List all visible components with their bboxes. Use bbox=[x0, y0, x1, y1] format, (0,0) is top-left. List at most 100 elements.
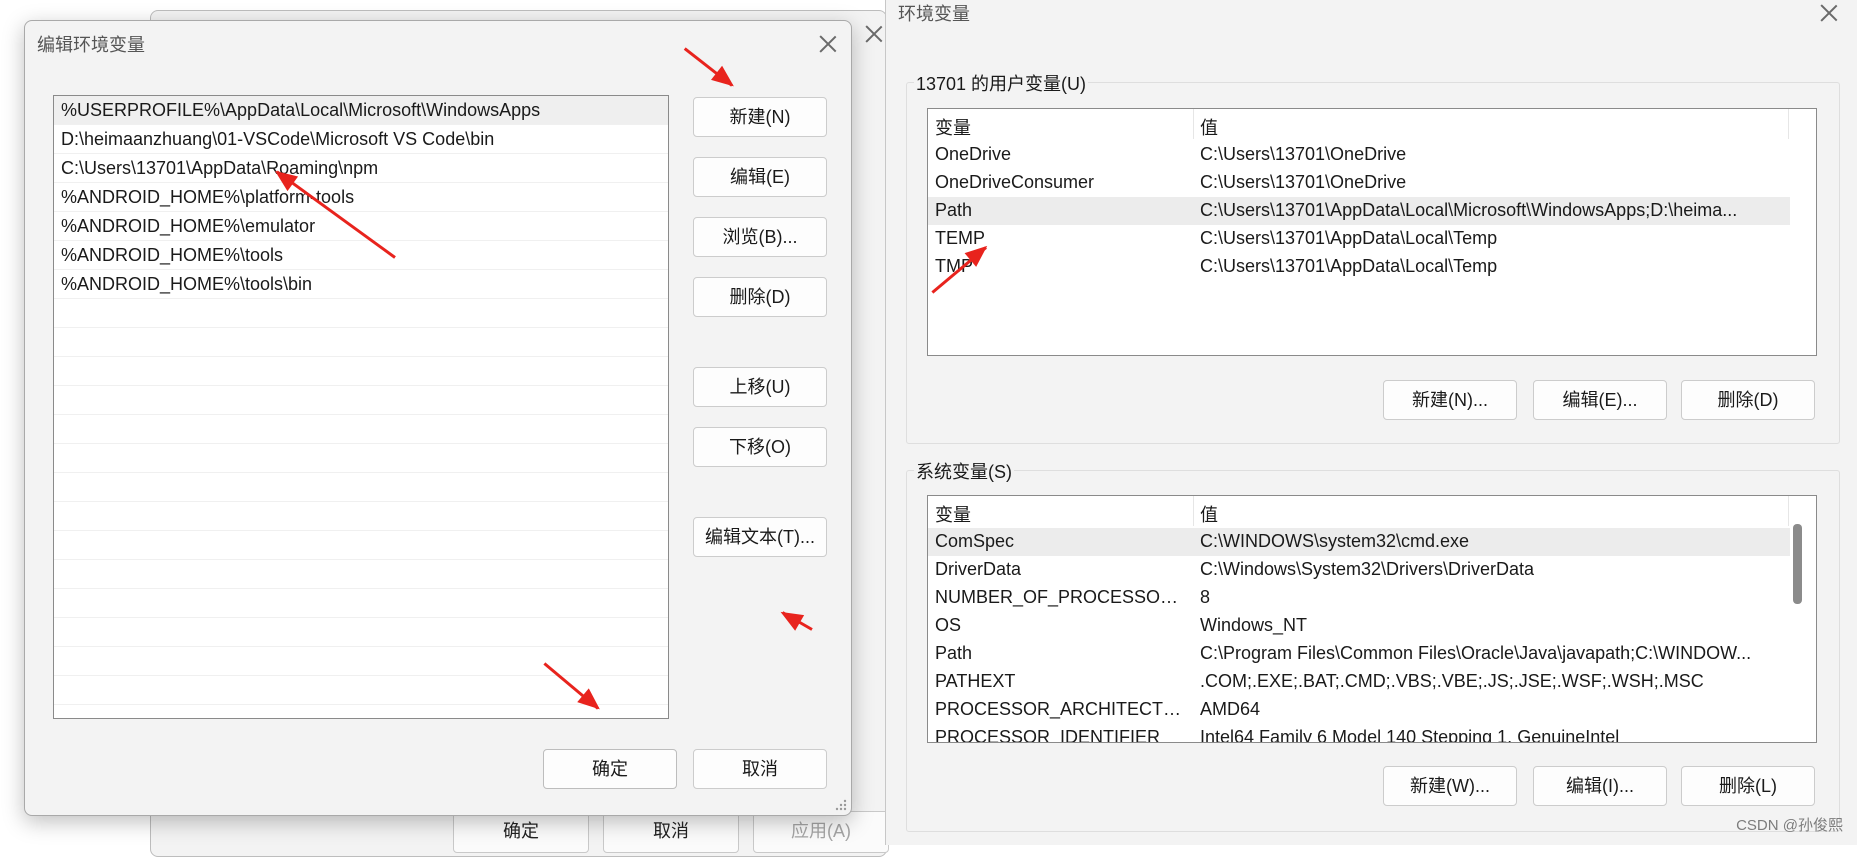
empty-row[interactable] bbox=[54, 502, 668, 531]
vertical-scrollbar[interactable] bbox=[1793, 524, 1802, 604]
table-row[interactable]: TMP C:\Users\13701\AppData\Local\Temp bbox=[928, 253, 1816, 281]
var-value: Intel64 Family 6 Model 140 Stepping 1, G… bbox=[1200, 727, 1620, 743]
system-vars-table[interactable]: 变量 值 ComSpec C:\WINDOWS\system32\cmd.exe… bbox=[927, 495, 1817, 743]
move-down-button[interactable]: 下移(O) bbox=[693, 427, 827, 467]
empty-row[interactable] bbox=[54, 647, 668, 676]
empty-row[interactable] bbox=[54, 560, 668, 589]
dialog-title: 环境变量 bbox=[898, 4, 970, 24]
var-name: PROCESSOR_ARCHITECTURE bbox=[935, 699, 1185, 719]
bg-ok-button[interactable]: 确定 bbox=[453, 811, 589, 853]
list-item[interactable]: D:\heimaanzhuang\01-VSCode\Microsoft VS … bbox=[54, 125, 668, 154]
user-vars-label: 13701 的用户变量(U) bbox=[914, 70, 1089, 96]
var-value: C:\Users\13701\AppData\Local\Temp bbox=[1200, 256, 1498, 276]
close-icon[interactable] bbox=[863, 23, 885, 45]
list-item[interactable]: %ANDROID_HOME%\tools bbox=[54, 241, 668, 270]
system-delete-button[interactable]: 删除(L) bbox=[1681, 766, 1815, 806]
list-item[interactable]: %ANDROID_HOME%\platform-tools bbox=[54, 183, 668, 212]
bg-cancel-button[interactable]: 取消 bbox=[603, 811, 739, 853]
empty-row[interactable] bbox=[54, 386, 668, 415]
system-new-button[interactable]: 新建(W)... bbox=[1383, 766, 1517, 806]
var-name: OneDriveConsumer bbox=[935, 172, 1095, 192]
user-new-button[interactable]: 新建(N)... bbox=[1383, 380, 1517, 420]
path-entries-list[interactable]: %USERPROFILE%\AppData\Local\Microsoft\Wi… bbox=[53, 95, 669, 719]
table-row[interactable]: PATHEXT .COM;.EXE;.BAT;.CMD;.VBS;.VBE;.J… bbox=[928, 668, 1816, 696]
var-name: Path bbox=[935, 643, 973, 663]
user-edit-button[interactable]: 编辑(E)... bbox=[1533, 380, 1667, 420]
var-value: Windows_NT bbox=[1200, 615, 1308, 635]
var-value: C:\Users\13701\AppData\Local\Microsoft\W… bbox=[1200, 200, 1738, 220]
table-row[interactable]: PROCESSOR_ARCHITECTURE AMD64 bbox=[928, 696, 1816, 724]
move-up-button[interactable]: 上移(U) bbox=[693, 367, 827, 407]
empty-row[interactable] bbox=[54, 328, 668, 357]
var-value: 8 bbox=[1200, 587, 1211, 607]
edit-env-dialog: 编辑环境变量 %USERPROFILE%\AppData\Local\Micro… bbox=[24, 20, 852, 816]
table-row[interactable]: TEMP C:\Users\13701\AppData\Local\Temp bbox=[928, 225, 1816, 253]
var-name: NUMBER_OF_PROCESSORS bbox=[935, 587, 1185, 607]
table-row[interactable]: ComSpec C:\WINDOWS\system32\cmd.exe bbox=[928, 528, 1790, 556]
user-vars-table[interactable]: 变量 值 OneDrive C:\Users\13701\OneDrive On… bbox=[927, 108, 1817, 356]
table-row[interactable]: DriverData C:\Windows\System32\Drivers\D… bbox=[928, 556, 1816, 584]
var-value: C:\Users\13701\AppData\Local\Temp bbox=[1200, 228, 1498, 248]
table-row[interactable]: NUMBER_OF_PROCESSORS 8 bbox=[928, 584, 1816, 612]
column-divider[interactable] bbox=[1193, 109, 1194, 139]
list-item[interactable]: C:\Users\13701\AppData\Roaming\npm bbox=[54, 154, 668, 183]
delete-button[interactable]: 删除(D) bbox=[693, 277, 827, 317]
column-divider[interactable] bbox=[1193, 496, 1194, 526]
edit-button[interactable]: 编辑(E) bbox=[693, 157, 827, 197]
empty-row[interactable] bbox=[54, 473, 668, 502]
new-button[interactable]: 新建(N) bbox=[693, 97, 827, 137]
browse-button[interactable]: 浏览(B)... bbox=[693, 217, 827, 257]
col-variable[interactable]: 变量 bbox=[935, 114, 971, 140]
var-name: PATHEXT bbox=[935, 671, 1016, 691]
system-edit-button[interactable]: 编辑(I)... bbox=[1533, 766, 1667, 806]
var-value: C:\Users\13701\OneDrive bbox=[1200, 144, 1407, 164]
var-value: C:\WINDOWS\system32\cmd.exe bbox=[1200, 531, 1470, 551]
empty-row[interactable] bbox=[54, 357, 668, 386]
col-value[interactable]: 值 bbox=[1200, 501, 1218, 527]
col-value[interactable]: 值 bbox=[1200, 114, 1218, 140]
var-value: C:\Users\13701\OneDrive bbox=[1200, 172, 1407, 192]
empty-row[interactable] bbox=[54, 705, 668, 718]
bg-apply-button: 应用(A) bbox=[753, 811, 889, 853]
empty-row[interactable] bbox=[54, 444, 668, 473]
user-delete-button[interactable]: 删除(D) bbox=[1681, 380, 1815, 420]
var-value: AMD64 bbox=[1200, 699, 1261, 719]
table-row[interactable]: OneDrive C:\Users\13701\OneDrive bbox=[928, 141, 1816, 169]
watermark: CSDN @孙俊熙 bbox=[1736, 817, 1843, 834]
col-variable[interactable]: 变量 bbox=[935, 501, 971, 527]
var-name: PROCESSOR_IDENTIFIER bbox=[935, 727, 1161, 743]
close-icon[interactable] bbox=[817, 33, 839, 55]
var-name: Path bbox=[935, 200, 973, 220]
var-value: C:\Windows\System32\Drivers\DriverData bbox=[1200, 559, 1535, 579]
table-header: 变量 值 bbox=[928, 496, 1816, 528]
table-row[interactable]: OneDriveConsumer C:\Users\13701\OneDrive bbox=[928, 169, 1816, 197]
dialog-title: 编辑环境变量 bbox=[37, 35, 145, 55]
table-header: 变量 值 bbox=[928, 109, 1816, 141]
cancel-button[interactable]: 取消 bbox=[693, 749, 827, 789]
var-value: C:\Program Files\Common Files\Oracle\Jav… bbox=[1200, 643, 1752, 663]
empty-row[interactable] bbox=[54, 618, 668, 647]
env-vars-dialog: 环境变量 13701 的用户变量(U) 变量 值 OneDrive C:\Use… bbox=[885, 0, 1857, 845]
empty-row[interactable] bbox=[54, 415, 668, 444]
system-vars-label: 系统变量(S) bbox=[914, 458, 1014, 484]
var-name: OneDrive bbox=[935, 144, 1012, 164]
table-row[interactable]: PROCESSOR_IDENTIFIER Intel64 Family 6 Mo… bbox=[928, 724, 1816, 743]
table-row[interactable]: OS Windows_NT bbox=[928, 612, 1816, 640]
list-item[interactable]: %ANDROID_HOME%\tools\bin bbox=[54, 270, 668, 299]
list-item[interactable]: %USERPROFILE%\AppData\Local\Microsoft\Wi… bbox=[54, 96, 668, 125]
var-value: .COM;.EXE;.BAT;.CMD;.VBS;.VBE;.JS;.JSE;.… bbox=[1200, 671, 1704, 691]
table-row[interactable]: Path C:\Users\13701\AppData\Local\Micros… bbox=[928, 197, 1790, 225]
empty-row[interactable] bbox=[54, 589, 668, 618]
column-divider[interactable] bbox=[1788, 496, 1789, 526]
list-item[interactable]: %ANDROID_HOME%\emulator bbox=[54, 212, 668, 241]
column-divider[interactable] bbox=[1788, 109, 1789, 139]
empty-row[interactable] bbox=[54, 531, 668, 560]
close-icon[interactable] bbox=[1818, 2, 1840, 24]
var-name: DriverData bbox=[935, 559, 1022, 579]
resize-grip-icon[interactable] bbox=[833, 797, 847, 811]
edit-text-button[interactable]: 编辑文本(T)... bbox=[693, 517, 827, 557]
empty-row[interactable] bbox=[54, 299, 668, 328]
ok-button[interactable]: 确定 bbox=[543, 749, 677, 789]
var-name: OS bbox=[935, 615, 962, 635]
table-row[interactable]: Path C:\Program Files\Common Files\Oracl… bbox=[928, 640, 1816, 668]
